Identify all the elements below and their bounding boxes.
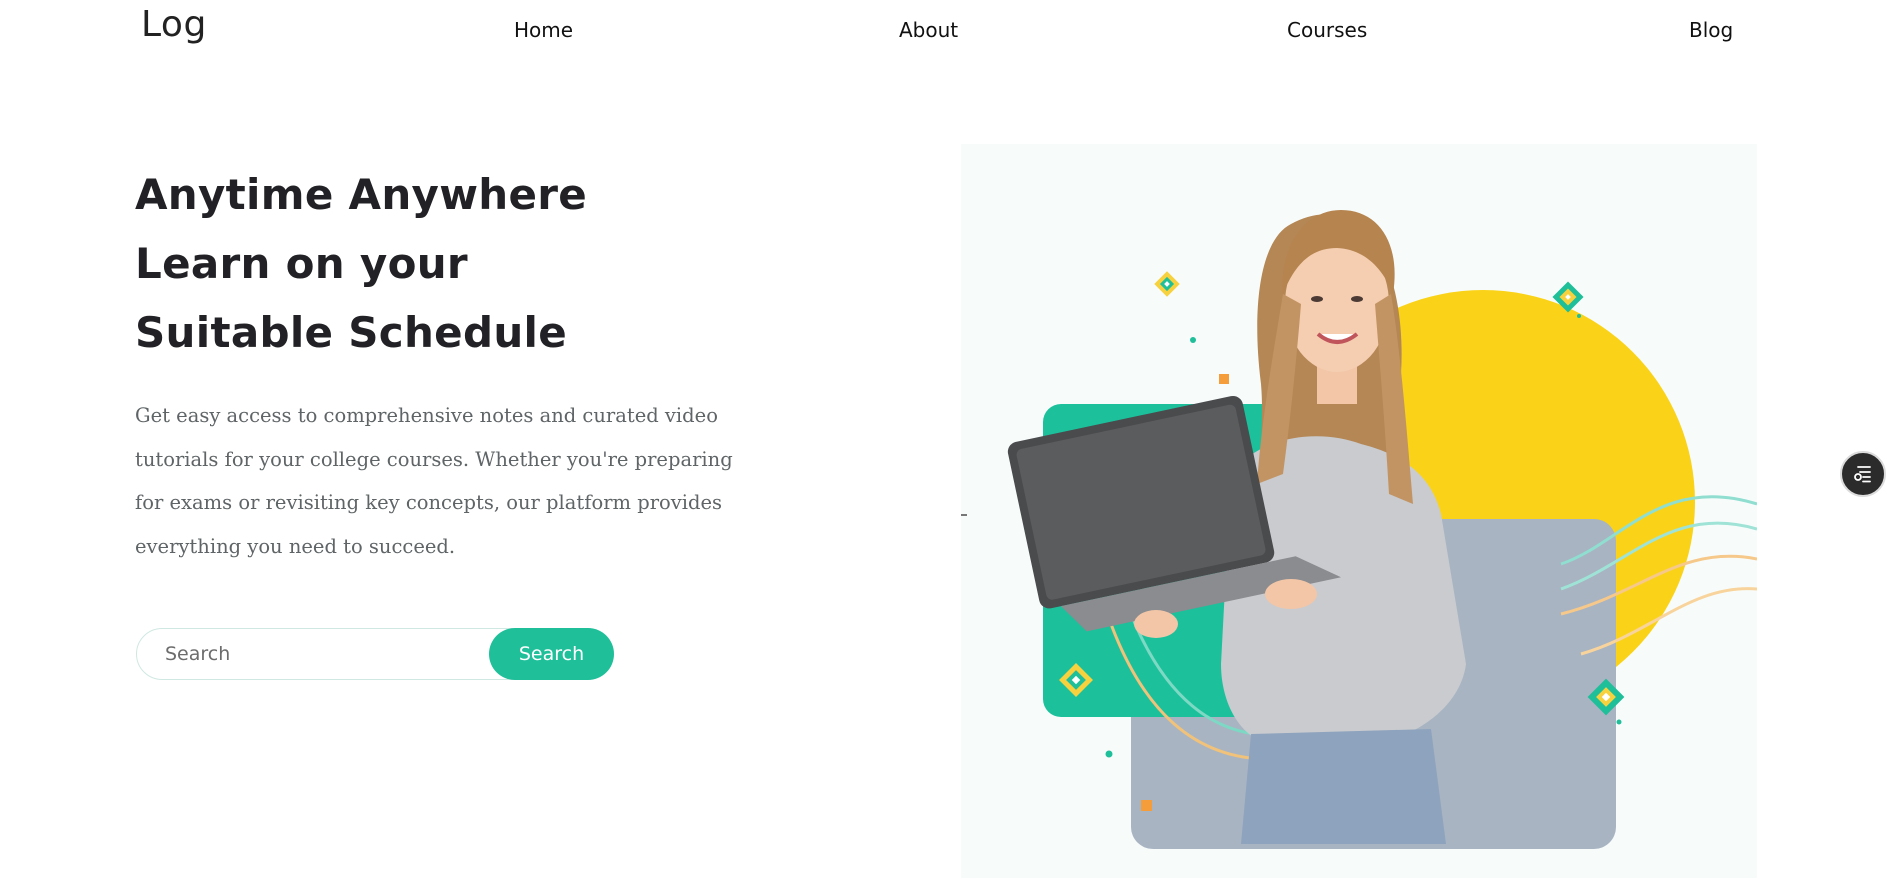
headline-line-1: Anytime Anywhere [135,170,588,219]
hero-headline: Anytime Anywhere Learn on your Suitable … [135,160,755,367]
nav-link-home[interactable]: Home [514,18,573,42]
student-with-laptop-illustration [961,210,1757,849]
nav-link-blog[interactable]: Blog [1689,18,1733,42]
search-button[interactable]: Search [489,628,614,680]
search-input[interactable] [155,629,455,679]
headline-line-3: Suitable Schedule [135,308,568,357]
top-navbar: Log Home About Courses Blog [0,0,1889,60]
nav-link-about[interactable]: About [899,18,958,42]
hero-description: Get easy access to comprehensive notes a… [135,404,733,558]
hero-image [961,144,1757,878]
settings-menu-icon [1854,466,1871,483]
nav-link-courses[interactable]: Courses [1287,18,1367,42]
site-logo[interactable]: Log [141,4,207,45]
search-bar: Search [136,628,614,680]
floating-settings-button[interactable] [1840,451,1886,497]
headline-line-2: Learn on your [135,239,468,288]
